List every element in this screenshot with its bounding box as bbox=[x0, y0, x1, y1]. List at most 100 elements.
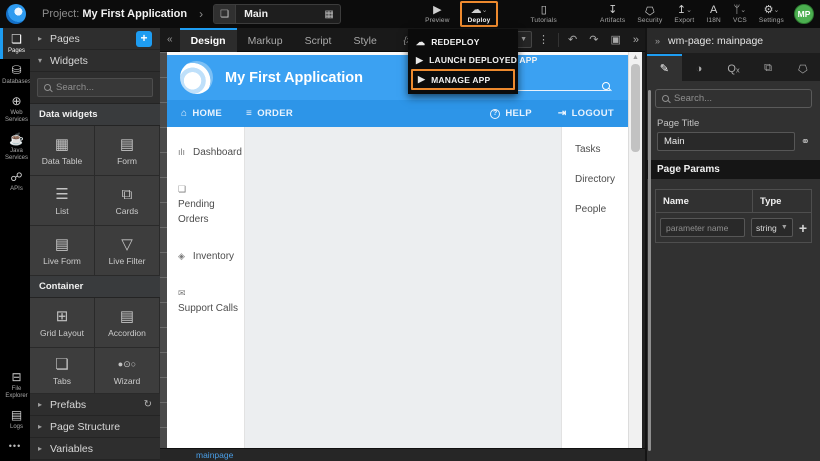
tab-devices[interactable]: ⧉ bbox=[751, 54, 786, 81]
side-nav-support-calls[interactable]: ✉ Support Calls bbox=[178, 286, 244, 316]
rail-item-file-explorer[interactable]: ⊟ File Explorer bbox=[0, 366, 30, 404]
nav-item-order[interactable]: ≡ ORDER bbox=[246, 108, 293, 119]
vcs-button[interactable]: ᛘ⌄ VCS bbox=[727, 0, 753, 28]
tab-design[interactable]: Design bbox=[180, 28, 237, 52]
param-type-select[interactable]: string ▼ bbox=[751, 218, 793, 237]
export-label: Export bbox=[674, 17, 694, 24]
user-avatar[interactable]: MP bbox=[794, 4, 814, 24]
widget-tile-cards[interactable]: ⧉ Cards bbox=[95, 176, 160, 226]
bind-link-icon[interactable]: ⚭ bbox=[801, 135, 810, 148]
tutorials-book-icon: ▯ bbox=[541, 4, 547, 16]
collapse-left-panel-icon[interactable]: « bbox=[160, 34, 180, 45]
menu-item-manage-app[interactable]: ▶ MANAGE APP bbox=[411, 69, 515, 90]
side-nav-pending-orders[interactable]: ❏ Pending Orders bbox=[178, 182, 244, 227]
rail-item-pages[interactable]: ❏ Pages bbox=[0, 28, 30, 59]
menu-item-launch-deployed-app[interactable]: ▶ LAUNCH DEPLOYED APP bbox=[411, 51, 515, 69]
param-name-input[interactable]: parameter name bbox=[660, 218, 745, 237]
collapse-right-panel-icon[interactable]: » bbox=[627, 34, 645, 46]
rail-item-logs[interactable]: ▤ Logs bbox=[0, 404, 30, 435]
tutorials-button[interactable]: ▯ Tutorials bbox=[524, 0, 562, 28]
tab-style[interactable]: Style bbox=[342, 28, 387, 52]
widget-tile-wizard[interactable]: ●⊙○ Wizard bbox=[95, 348, 160, 394]
redo-icon[interactable]: ↷ bbox=[583, 33, 604, 46]
search-icon bbox=[44, 84, 51, 91]
preview-button[interactable]: ▶ Preview bbox=[419, 0, 456, 28]
page-structure-accordion-row[interactable]: ▸ Page Structure bbox=[30, 416, 160, 438]
artifacts-label: Artifacts bbox=[600, 17, 625, 24]
more-options-icon[interactable]: ••• bbox=[0, 435, 30, 457]
nav-item-home[interactable]: ⌂ HOME bbox=[181, 108, 222, 119]
app-content-area[interactable] bbox=[245, 127, 561, 448]
column-header-type: Type bbox=[753, 190, 811, 212]
variables-accordion-row[interactable]: ▸ Variables bbox=[30, 438, 160, 460]
variables-label: Variables bbox=[50, 443, 93, 455]
deploy-button[interactable]: ☁⌄ Deploy bbox=[460, 1, 499, 27]
add-param-button[interactable]: + bbox=[799, 220, 807, 236]
properties-search-placeholder: Search... bbox=[674, 93, 712, 104]
rail-item-web-services[interactable]: ⊕ Web Services bbox=[0, 90, 30, 128]
redeploy-cloud-icon: ☁ bbox=[416, 37, 425, 48]
list-item-people[interactable]: People bbox=[575, 204, 628, 215]
launch-play-icon: ▶ bbox=[416, 55, 423, 66]
add-page-button[interactable]: + bbox=[136, 31, 152, 47]
rail-item-java-services[interactable]: ☕ Java Services bbox=[0, 128, 30, 166]
page-title-input[interactable]: Main bbox=[657, 132, 795, 151]
rail-item-apis[interactable]: ☍ APIs bbox=[0, 166, 30, 197]
canvas-menu-dots-icon[interactable]: ⋮ bbox=[532, 33, 555, 46]
i18n-button[interactable]: A I18N bbox=[700, 0, 727, 28]
file-explorer-folder-icon: ⊟ bbox=[11, 371, 21, 384]
undo-icon[interactable]: ↶ bbox=[562, 33, 583, 46]
widgets-accordion-row[interactable]: ▾ Widgets bbox=[30, 50, 160, 72]
page-selector[interactable]: ❏ Main ▦ bbox=[213, 4, 341, 24]
order-label: ORDER bbox=[257, 108, 293, 119]
help-label: HELP bbox=[505, 108, 532, 119]
nav-item-help[interactable]: ? HELP bbox=[490, 108, 532, 119]
scroll-up-icon[interactable]: ▲ bbox=[629, 52, 642, 61]
open-page-tab-mainpage[interactable]: mainpage bbox=[196, 450, 233, 460]
tab-script[interactable]: Script bbox=[294, 28, 343, 52]
prefabs-refresh-icon[interactable]: ↻ bbox=[144, 399, 152, 410]
list-item-tasks[interactable]: Tasks bbox=[575, 144, 628, 155]
widget-tile-form[interactable]: ▤ Form bbox=[95, 126, 160, 176]
widget-tile-data-table[interactable]: ▦ Data Table bbox=[30, 126, 95, 176]
widget-tile-accordion[interactable]: ▤ Accordion bbox=[95, 298, 160, 348]
tab-inspect[interactable]: Qₓ bbox=[716, 54, 751, 81]
tab-markup[interactable]: Markup bbox=[237, 28, 294, 52]
app-preview[interactable]: My First Application ⌂ HOME ≡ ORDER ? bbox=[167, 52, 628, 448]
page-grid-icon[interactable]: ▦ bbox=[318, 9, 340, 20]
save-icon[interactable]: ▣ bbox=[604, 33, 626, 46]
scrollbar-thumb[interactable] bbox=[631, 64, 640, 152]
properties-search-input[interactable]: Search... bbox=[655, 89, 812, 108]
data-table-label: Data Table bbox=[42, 156, 82, 166]
panel-collapse-icon[interactable]: » bbox=[655, 36, 660, 46]
security-button[interactable]: ⬠ Security bbox=[631, 0, 668, 28]
pages-accordion-row[interactable]: ▸ Pages + bbox=[30, 28, 160, 50]
list-item-directory[interactable]: Directory bbox=[575, 174, 628, 185]
widget-tile-grid-layout[interactable]: ⊞ Grid Layout bbox=[30, 298, 95, 348]
accordion-icon: ▤ bbox=[120, 308, 134, 325]
widget-tile-live-form[interactable]: ▤ Live Form bbox=[30, 226, 95, 276]
side-nav-inventory[interactable]: ◈ Inventory bbox=[178, 249, 244, 264]
nav-item-logout[interactable]: ⇥ LOGOUT bbox=[558, 108, 614, 119]
tab-properties[interactable]: ✎ bbox=[647, 54, 682, 81]
export-button[interactable]: ↥⌄ Export bbox=[668, 0, 700, 28]
prefabs-accordion-row[interactable]: ▸ Prefabs ↻ bbox=[30, 394, 160, 416]
wavemaker-logo[interactable] bbox=[0, 0, 32, 28]
tab-styles[interactable]: ◑ bbox=[682, 54, 717, 81]
widget-tile-tabs[interactable]: ❏ Tabs bbox=[30, 348, 95, 394]
side-nav-dashboard[interactable]: ılı Dashboard bbox=[178, 145, 244, 160]
variables-chevron-icon: ▸ bbox=[38, 444, 50, 453]
panel-scrollbar[interactable] bbox=[648, 90, 651, 451]
rail-item-databases[interactable]: ⛁ Databases bbox=[0, 59, 30, 90]
widget-tile-live-filter[interactable]: ▽ Live Filter bbox=[95, 226, 160, 276]
tab-security[interactable]: ⬠ bbox=[785, 54, 820, 81]
widgets-search-input[interactable]: Search... bbox=[37, 78, 153, 97]
artifacts-button[interactable]: ↧ Artifacts bbox=[594, 0, 631, 28]
page-title-label: Page Title bbox=[647, 114, 820, 132]
canvas-scrollbar[interactable]: ▲ bbox=[628, 52, 642, 448]
widget-tile-list[interactable]: ☰ List bbox=[30, 176, 95, 226]
menu-item-redeploy[interactable]: ☁ REDEPLOY bbox=[411, 33, 515, 51]
rail-logs-label: Logs bbox=[10, 424, 23, 431]
settings-button[interactable]: ⚙⌄ Settings bbox=[753, 0, 790, 28]
app-header[interactable]: My First Application bbox=[167, 55, 628, 100]
